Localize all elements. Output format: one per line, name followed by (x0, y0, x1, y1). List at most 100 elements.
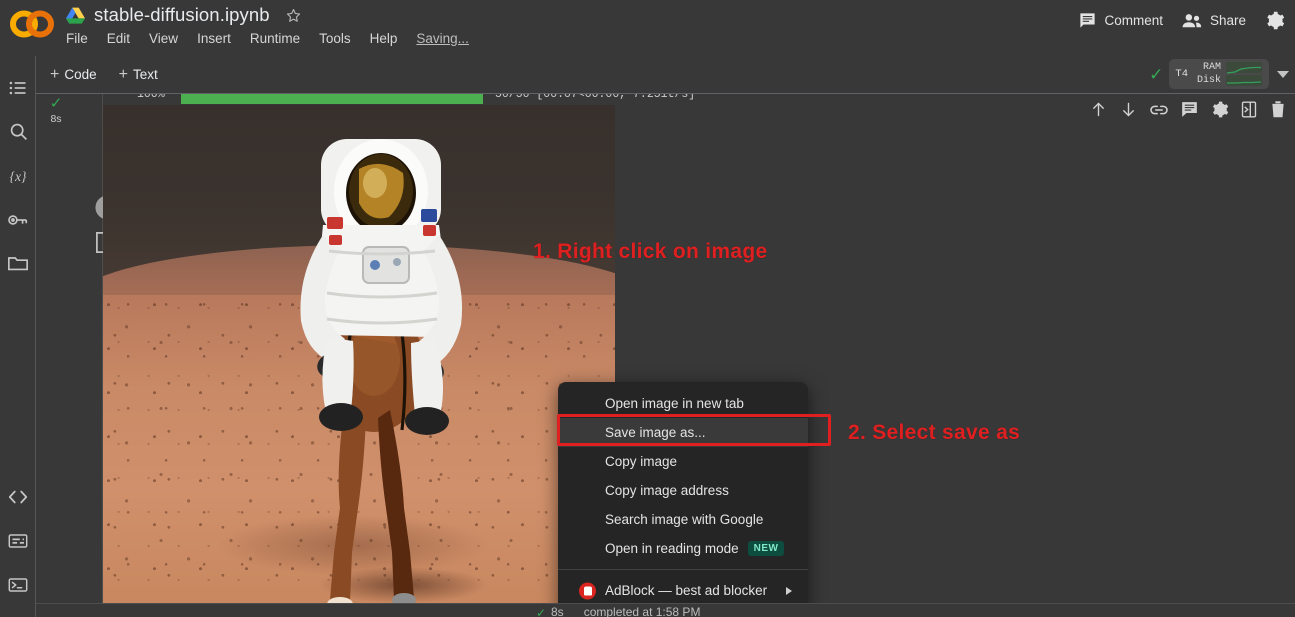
notebook-toolbar: + Code + Text ✓ T4 RAM Disk (36, 56, 1295, 94)
context-menu-item-copy-image-address[interactable]: Copy image address (558, 476, 808, 505)
colab-logo-icon[interactable] (10, 8, 54, 40)
chevron-down-icon[interactable] (1277, 70, 1289, 78)
context-menu-label: Copy image (605, 454, 678, 469)
menu-item-file[interactable]: File (66, 31, 88, 46)
context-menu-label: Save image as... (605, 425, 706, 440)
settings-button[interactable] (1264, 10, 1285, 31)
context-menu-item-save-image-as[interactable]: Save image as... (558, 418, 808, 447)
notebook-title-row[interactable]: stable-diffusion.ipynb (66, 2, 302, 28)
disk-label: Disk (1196, 75, 1221, 86)
terminal-icon (7, 576, 29, 599)
sidebar-item-secrets[interactable] (0, 200, 36, 244)
context-menu-item-copy-image[interactable]: Copy image (558, 447, 808, 476)
green-check-icon: ✓ (536, 606, 547, 617)
cell-output-image[interactable] (103, 105, 615, 609)
context-menu-label: Copy image address (605, 483, 729, 498)
menu-item-insert[interactable]: Insert (197, 31, 231, 46)
runtime-type-label: T4 (1175, 68, 1188, 80)
disk-usage-row: Disk (1195, 75, 1262, 86)
new-badge: NEW (747, 541, 785, 556)
sidebar-bottom-group (0, 477, 36, 609)
sidebar-item-terminal[interactable] (0, 565, 36, 609)
context-menu-divider (558, 569, 808, 570)
cell-run-time: 8s (50, 113, 62, 125)
sidebar-item-variables[interactable]: {x} (0, 156, 36, 200)
context-menu-item-adblock[interactable]: AdBlock — best ad blocker (558, 576, 808, 605)
colab-notebook-window: stable-diffusion.ipynb File Edit View In… (0, 0, 1295, 617)
menu-item-help[interactable]: Help (370, 31, 398, 46)
plus-icon: + (50, 65, 60, 83)
context-menu-item-open-image-in-new-tab[interactable]: Open image in new tab (558, 389, 808, 418)
context-menu-label: Search image with Google (605, 512, 764, 527)
sidebar-item-find-and-replace[interactable] (0, 112, 36, 156)
add-text-label: Text (132, 67, 158, 82)
add-code-cell-button[interactable]: + Code (42, 64, 105, 86)
context-menu-item-open-in-reading-mode[interactable]: Open in reading mode NEW (558, 534, 808, 563)
menu-item-view[interactable]: View (149, 31, 178, 46)
left-sidebar: {x} (0, 56, 36, 617)
annotation-step-2: 2. Select save as (848, 421, 1021, 444)
comment-label: Comment (1104, 13, 1163, 28)
star-outline-icon[interactable] (285, 7, 302, 24)
key-icon (7, 211, 29, 234)
sparkline-icon (1226, 62, 1262, 74)
annotation-step-1: 1. Right click on image (533, 240, 768, 263)
app-header: stable-diffusion.ipynb File Edit View In… (0, 0, 1295, 56)
page-title: stable-diffusion.ipynb (94, 4, 270, 25)
green-check-icon: ✓ (49, 95, 63, 112)
list-icon (8, 78, 28, 103)
saving-status[interactable]: Saving... (416, 31, 469, 46)
arrow-up-icon[interactable] (1089, 100, 1108, 119)
cell-run-status: ✓ 8s (42, 95, 70, 125)
code-brackets-icon (7, 488, 29, 511)
context-menu-label: Open image in new tab (605, 396, 744, 411)
ram-label: RAM (1202, 62, 1221, 73)
menu-item-tools[interactable]: Tools (319, 31, 351, 46)
search-icon (8, 121, 29, 147)
folder-icon (7, 254, 29, 278)
context-menu-label: AdBlock — best ad blocker (605, 583, 768, 598)
image-context-menu: Open image in new tab Save image as... C… (558, 382, 808, 617)
resource-monitor[interactable]: T4 RAM Disk (1169, 59, 1269, 89)
trash-icon[interactable] (1269, 100, 1287, 119)
ram-usage-row: RAM (1195, 62, 1262, 74)
variables-braces-icon: {x} (7, 166, 29, 191)
comment-icon (1078, 11, 1097, 30)
add-code-label: Code (64, 67, 97, 82)
gear-icon[interactable] (1210, 100, 1229, 119)
adblock-icon (579, 582, 596, 599)
progress-track (181, 94, 483, 104)
header-actions: Comment Share (1078, 10, 1285, 31)
menu-item-runtime[interactable]: Runtime (250, 31, 300, 46)
arrow-down-icon[interactable] (1119, 100, 1138, 119)
mirror-cell-icon[interactable] (1240, 100, 1258, 119)
comment-icon[interactable] (1180, 100, 1199, 119)
sparkline-icon (1226, 75, 1262, 86)
astronaut-figure (300, 139, 463, 435)
runtime-connection-widget[interactable]: ✓ T4 RAM Disk (1149, 59, 1289, 89)
plus-icon: + (118, 65, 128, 83)
svg-text:{x}: {x} (10, 169, 27, 184)
cell-footer: ✓ 8s completed at 1:58 PM (36, 603, 1295, 617)
sidebar-item-command-palette[interactable] (0, 521, 36, 565)
menu-item-edit[interactable]: Edit (107, 31, 130, 46)
sidebar-item-table-of-contents[interactable] (0, 68, 36, 112)
add-text-cell-button[interactable]: + Text (111, 64, 166, 86)
sidebar-item-code-snippets[interactable] (0, 477, 36, 521)
sidebar-item-files[interactable] (0, 244, 36, 288)
link-icon[interactable] (1149, 101, 1169, 119)
menu-bar: File Edit View Insert Runtime Tools Help… (66, 31, 469, 46)
progress-fill (181, 94, 483, 104)
google-drive-icon (66, 7, 85, 24)
people-icon (1181, 12, 1203, 30)
context-menu-item-search-image-with-google[interactable]: Search image with Google (558, 505, 808, 534)
command-palette-icon (7, 532, 29, 555)
chevron-right-icon (786, 586, 792, 595)
notebook-cell-area: ✓ 8s 100% 50/50 [00:07<00:00, 7.25it/s] … (36, 94, 1295, 617)
cell-toolbar (1089, 100, 1287, 119)
gear-icon (1264, 10, 1285, 31)
share-button[interactable]: Share (1181, 12, 1246, 30)
comment-button[interactable]: Comment (1078, 11, 1163, 30)
cell-footer-status: 8s completed at 1:58 PM (551, 605, 701, 617)
progress-percent-label: 100% (137, 94, 165, 101)
